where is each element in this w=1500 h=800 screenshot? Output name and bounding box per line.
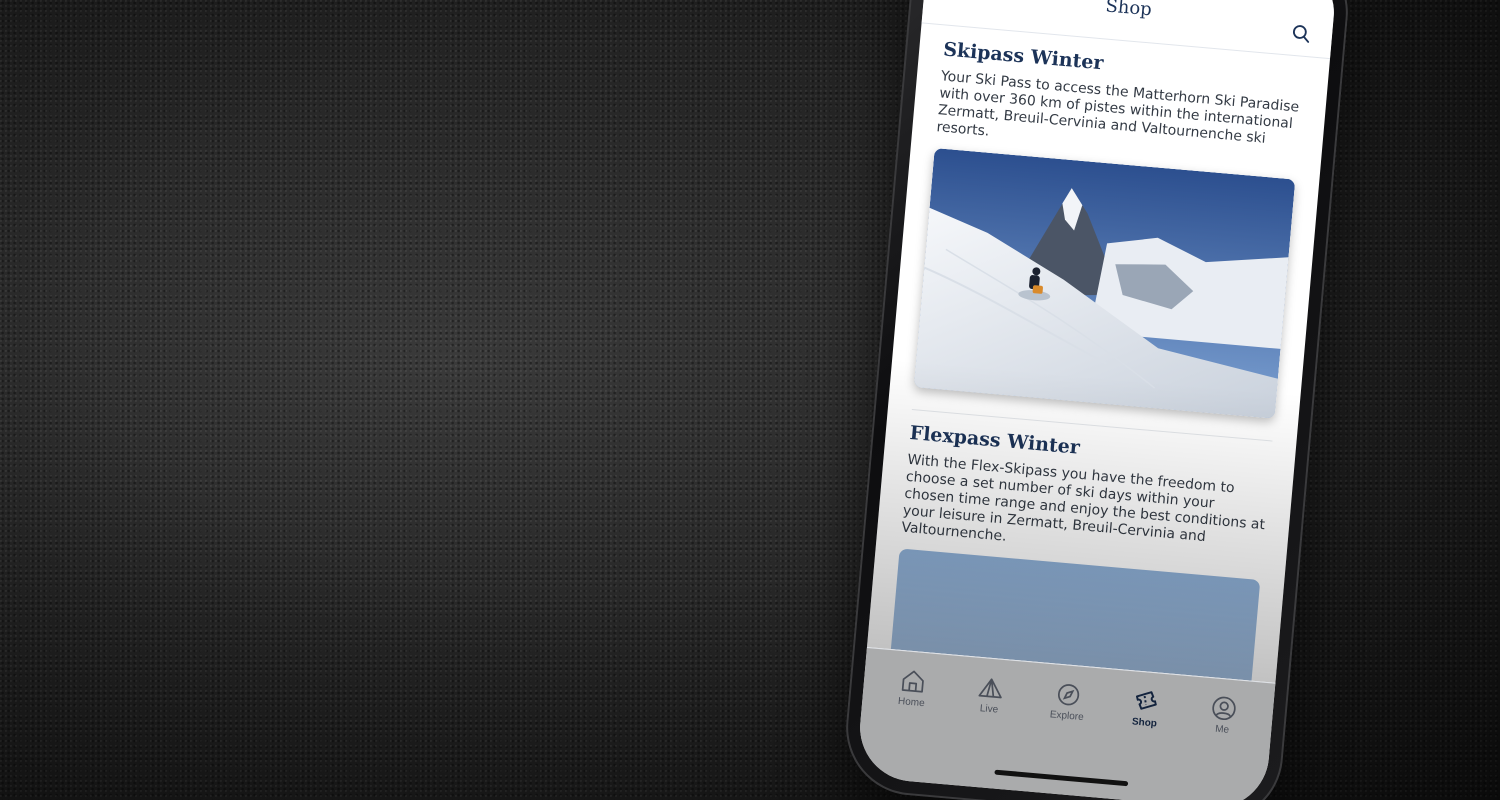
shop-content: Skipass Winter Your Ski Pass to access t… [867, 24, 1330, 683]
tab-label: Explore [1049, 709, 1085, 724]
tab-label: Live [979, 703, 999, 716]
tab-label: Shop [1131, 716, 1158, 730]
search-icon[interactable] [1289, 22, 1313, 46]
live-icon [978, 678, 1002, 699]
tab-me[interactable]: Me [1191, 693, 1256, 738]
product-image-matterhorn-skier[interactable] [913, 148, 1296, 419]
tab-explore[interactable]: Explore [1035, 679, 1100, 724]
tab-label: Home [897, 695, 926, 710]
phone-device: Shop Skipass Winter Your Ski Pass to acc… [840, 0, 1354, 800]
ticket-icon [1135, 691, 1157, 710]
tab-shop[interactable]: Shop [1113, 686, 1178, 731]
product-card-skipass[interactable]: Skipass Winter Your Ski Pass to access t… [913, 38, 1305, 419]
home-icon [901, 670, 924, 693]
tab-live[interactable]: Live [958, 672, 1023, 717]
tab-home[interactable]: Home [880, 666, 945, 711]
compass-icon [1057, 684, 1080, 706]
product-card-flexpass[interactable]: Flexpass Winter With the Flex-Skipass yo… [886, 422, 1272, 683]
user-icon [1212, 696, 1236, 721]
tab-label: Me [1214, 723, 1230, 736]
phone-screen: Shop Skipass Winter Your Ski Pass to acc… [855, 0, 1339, 800]
